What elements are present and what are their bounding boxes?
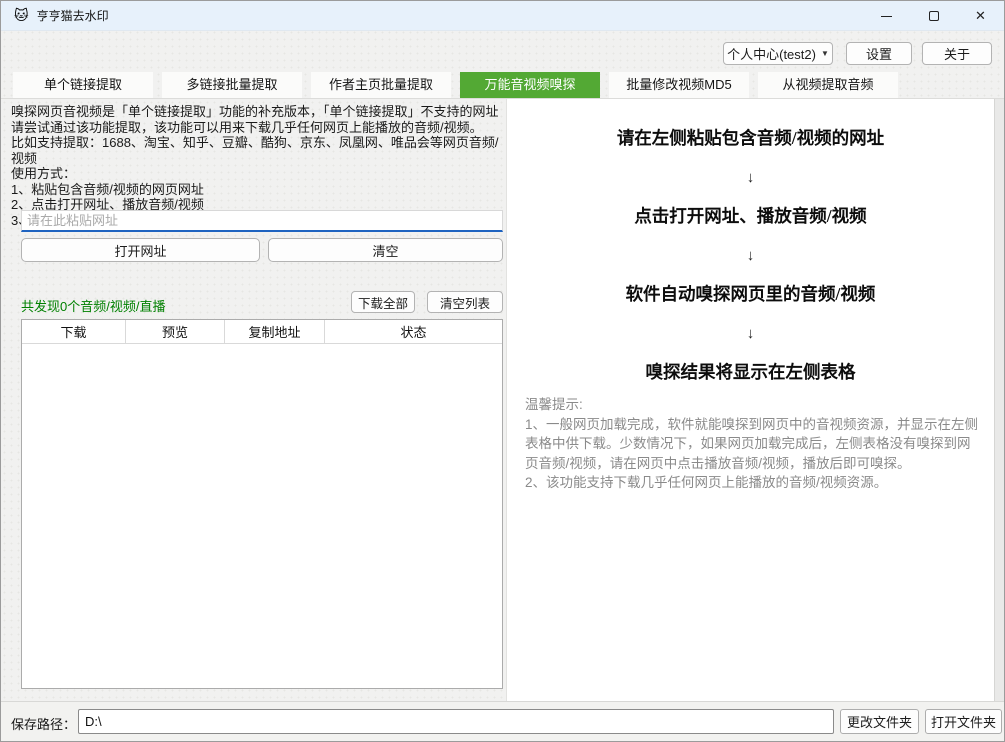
window-controls: ✕ <box>863 1 1004 31</box>
sniff-results-table: 下载 预览 复制地址 状态 <box>21 319 503 689</box>
settings-button[interactable]: 设置 <box>846 42 912 65</box>
close-button[interactable]: ✕ <box>957 1 1004 31</box>
tab-extract-audio-from-video[interactable]: 从视频提取音频 <box>758 72 898 98</box>
maximize-icon <box>929 11 939 21</box>
change-folder-button[interactable]: 更改文件夹 <box>840 709 919 734</box>
tab-bar: 单个链接提取 多链接批量提取 作者主页批量提取 万能音视频嗅探 批量修改视频MD… <box>13 72 898 98</box>
left-panel: 嗅探网页音视频是「单个链接提取」功能的补充版本，「单个链接提取」不支持的网址请尝… <box>1 99 506 701</box>
minimize-button[interactable] <box>863 1 910 31</box>
save-path-label: 保存路径： <box>11 714 76 733</box>
bottom-bar: 保存路径： 更改文件夹 打开文件夹 <box>1 701 1005 742</box>
open-url-button[interactable]: 打开网址 <box>21 238 260 262</box>
url-input[interactable] <box>21 210 503 232</box>
column-header-preview: 预览 <box>126 320 225 343</box>
save-path-input[interactable] <box>78 709 834 734</box>
open-folder-button[interactable]: 打开文件夹 <box>925 709 1002 734</box>
clear-list-button[interactable]: 清空列表 <box>427 291 503 313</box>
app-title: 亨亨猫去水印 <box>37 7 109 24</box>
app-window: 🐱 亨亨猫去水印 ✕ 个人中心(test2) ▼ 设置 关于 单个链接提取 多链… <box>0 0 1005 742</box>
step-open-play: 点击打开网址、播放音频/视频 <box>507 197 994 236</box>
titlebar: 🐱 亨亨猫去水印 ✕ <box>1 1 1004 31</box>
tab-single-link-extract[interactable]: 单个链接提取 <box>13 72 153 98</box>
tab-batch-modify-md5[interactable]: 批量修改视频MD5 <box>609 72 749 98</box>
tab-universal-av-sniffer[interactable]: 万能音视频嗅探 <box>460 72 600 98</box>
window-right-edge <box>994 99 1005 701</box>
down-arrow-icon: ↓ <box>507 236 994 275</box>
step-auto-sniff: 软件自动嗅探网页里的音频/视频 <box>507 275 994 314</box>
table-body-empty <box>22 344 502 688</box>
step-paste-url: 请在左侧粘贴包含音频/视频的网址 <box>507 119 994 158</box>
maximize-button[interactable] <box>910 1 957 31</box>
usage-steps: 请在左侧粘贴包含音频/视频的网址 ↓ 点击打开网址、播放音频/视频 ↓ 软件自动… <box>507 119 994 392</box>
down-arrow-icon: ↓ <box>507 158 994 197</box>
column-header-status: 状态 <box>325 320 502 343</box>
clear-url-button[interactable]: 清空 <box>268 238 503 262</box>
down-arrow-icon: ↓ <box>507 314 994 353</box>
right-panel: 请在左侧粘贴包含音频/视频的网址 ↓ 点击打开网址、播放音频/视频 ↓ 软件自动… <box>506 99 994 701</box>
step-results-shown: 嗅探结果将显示在左侧表格 <box>507 353 994 392</box>
table-header-row: 下载 预览 复制地址 状态 <box>22 320 502 344</box>
tips-text: 温馨提示: 1、一般网页加载完成，软件就能嗅探到网页中的音视频资源，并显示在左侧… <box>525 395 979 493</box>
about-button[interactable]: 关于 <box>922 42 992 65</box>
minimize-icon <box>881 16 892 17</box>
download-all-button[interactable]: 下载全部 <box>351 291 415 313</box>
found-count-text: 共发现0个音频/视频/直播 <box>21 296 165 315</box>
cat-app-icon: 🐱 <box>14 7 29 24</box>
account-dropdown[interactable]: 个人中心(test2) ▼ <box>723 42 833 65</box>
chevron-down-icon: ▼ <box>821 49 829 58</box>
account-label: 个人中心(test2) <box>727 44 816 63</box>
column-header-download: 下载 <box>22 320 126 343</box>
tab-author-page-batch-extract[interactable]: 作者主页批量提取 <box>311 72 451 98</box>
column-header-copy-url: 复制地址 <box>225 320 325 343</box>
tab-multi-link-batch-extract[interactable]: 多链接批量提取 <box>162 72 302 98</box>
